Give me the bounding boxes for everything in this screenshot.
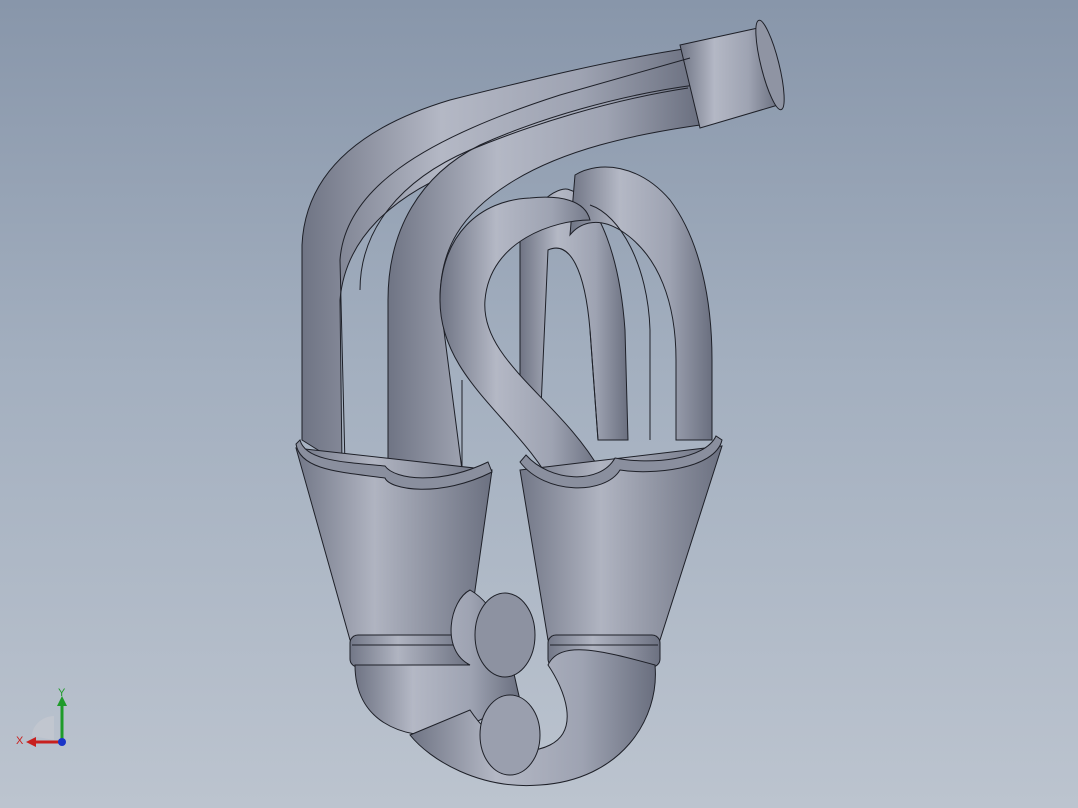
y-axis-label: Y [58, 687, 66, 699]
merge-elbow-lower-opening [479, 694, 541, 776]
x-axis-label: X [16, 735, 24, 747]
view-orientation-triad: Y X [16, 687, 67, 747]
triad-origin-shading [32, 716, 54, 740]
z-axis-arrow [58, 738, 66, 746]
x-axis-arrowhead [26, 737, 36, 747]
merge-elbow-opening [474, 592, 536, 678]
graphics-viewport[interactable]: Y X [0, 0, 1078, 808]
exhaust-header-model[interactable] [0, 0, 1078, 808]
